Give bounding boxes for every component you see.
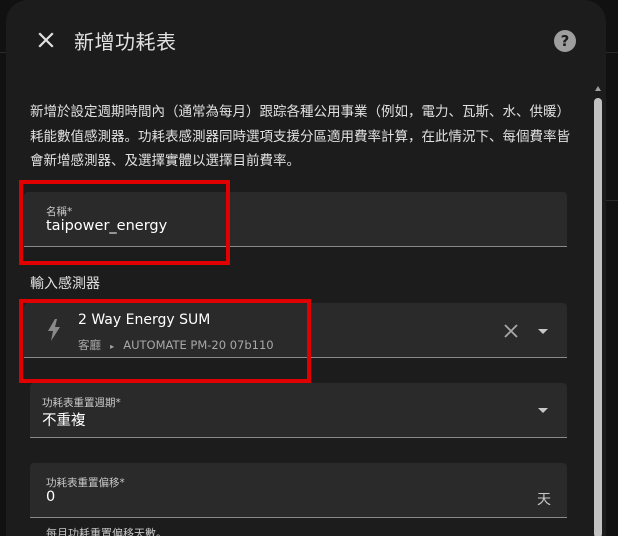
chevron-down-icon[interactable] (538, 408, 548, 413)
reset-cycle-value: 不重複 (42, 413, 86, 429)
reset-cycle-label: 功耗表重置週期* (42, 397, 121, 409)
chevron-down-icon[interactable] (538, 329, 548, 334)
highlight-input-sensor (19, 299, 311, 383)
highlight-name-field (19, 180, 230, 265)
close-button[interactable] (34, 28, 58, 52)
clear-icon[interactable] (502, 322, 520, 340)
backdrop-divider (606, 52, 618, 53)
add-meter-dialog: 新增功耗表 ? 新增於設定週期時間內（通常為每月）跟踪各種公用事業（例如，電力、… (6, 0, 606, 536)
dialog-description: 新增於設定週期時間內（通常為每月）跟踪各種公用事業（例如，電力、瓦斯、水、供暖）… (30, 104, 570, 169)
input-sensor-label: 輸入感測器 (30, 276, 100, 292)
reset-offset-input[interactable]: 功耗表重置偏移* 0 天 (30, 463, 567, 518)
backdrop-divider (606, 200, 618, 201)
close-icon[interactable] (37, 31, 55, 49)
dialog-title: 新增功耗表 (74, 30, 177, 54)
reset-cycle-select[interactable]: 功耗表重置週期* 不重複 (30, 383, 567, 438)
reset-offset-unit: 天 (537, 492, 551, 508)
scrollbar-thumb[interactable] (594, 98, 602, 536)
reset-offset-helper: 每月功耗重置偏移天數。 (46, 527, 167, 536)
scroll-up-icon[interactable] (595, 86, 601, 91)
reset-offset-value[interactable]: 0 (46, 489, 55, 505)
dialog-header: 新增功耗表 ? (6, 0, 606, 80)
help-icon[interactable]: ? (554, 30, 576, 52)
reset-offset-label: 功耗表重置偏移* (46, 477, 125, 489)
